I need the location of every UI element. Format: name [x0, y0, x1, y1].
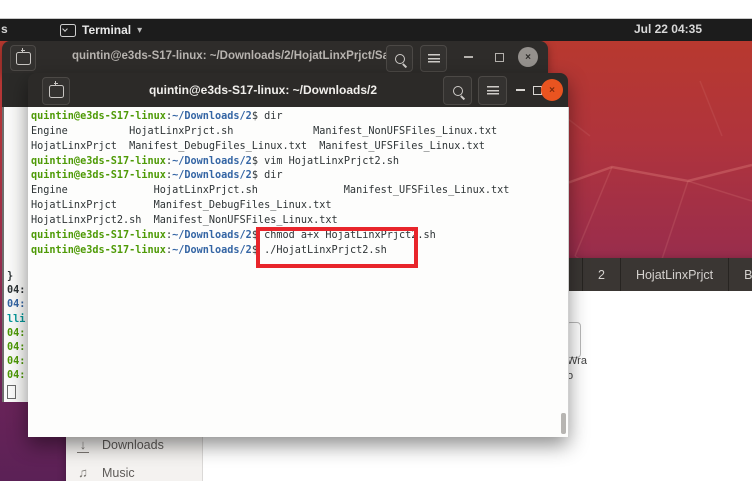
terminal-scrollbar[interactable] — [561, 413, 566, 434]
front-new-tab-button[interactable] — [42, 77, 70, 105]
sidebar-item-label: Music — [102, 466, 135, 480]
terminal-text-segment: ~/Downloads/2 — [172, 245, 252, 256]
close-icon: × — [525, 52, 531, 63]
sidebar-item-downloads[interactable]: ↓ Downloads — [76, 437, 164, 452]
terminal-line: lli — [7, 313, 25, 327]
back-close-button[interactable]: × — [518, 47, 538, 67]
minimize-icon — [464, 56, 473, 58]
terminal-line: quintin@e3ds-S17-linux:~/Downloads/2$ vi… — [31, 155, 509, 170]
new-tab-icon — [16, 52, 31, 65]
terminal-text-segment: ~/Downloads/2 — [172, 230, 252, 241]
search-icon — [395, 54, 405, 64]
download-icon: ↓ — [76, 437, 90, 452]
terminal-text-segment: quintin@e3ds-S17-linux — [31, 111, 166, 122]
terminal-text-segment: $ dir — [252, 170, 283, 181]
terminal-text-segment: $ dir — [252, 111, 283, 122]
terminal-line: } — [7, 270, 25, 284]
gnome-top-bar: s Terminal ▾ Jul 22 04:35 — [0, 19, 752, 41]
terminal-text-segment: HojatLinxPrjct Manifest_DebugFiles_Linux… — [31, 141, 485, 152]
minimize-icon — [516, 89, 525, 91]
pathbar-segment-2[interactable]: 2 — [582, 258, 620, 291]
front-close-button[interactable]: × — [541, 79, 563, 101]
terminal-text-segment: quintin@e3ds-S17-linux — [31, 170, 166, 181]
activities-fragment[interactable]: s — [1, 22, 8, 36]
chevron-down-icon: ▾ — [137, 25, 142, 36]
back-maximize-button[interactable] — [491, 49, 507, 65]
terminal-line: quintin@e3ds-S17-linux:~/Downloads/2$ di… — [31, 169, 509, 184]
terminal-line: HojatLinxPrjct Manifest_DebugFiles_Linux… — [31, 199, 509, 214]
terminal-line: 04: — [7, 355, 25, 369]
new-tab-icon — [49, 85, 64, 98]
back-new-tab-button[interactable] — [10, 45, 36, 71]
files-pathbar: 2HojatLinxPrjctBinarie — [582, 258, 752, 291]
sidebar-item-label: Downloads — [102, 438, 164, 452]
terminal-text-segment: Engine HojatLinxPrjct.sh Manifest_NonUFS… — [31, 126, 497, 137]
front-terminal-title: quintin@e3ds-S17-linux: ~/Downloads/2 — [128, 83, 398, 97]
terminal-text-segment: ~/Downloads/2 — [172, 156, 252, 167]
close-icon: × — [549, 85, 555, 96]
terminal-text-segment: Engine HojatLinxPrjct.sh Manifest_UFSFil… — [31, 185, 509, 196]
back-minimize-button[interactable] — [460, 49, 476, 65]
front-minimize-button[interactable] — [512, 82, 528, 98]
clock[interactable]: Jul 22 04:35 — [634, 22, 702, 36]
terminal-app-icon — [60, 24, 76, 37]
terminal-line: 04: — [7, 298, 25, 312]
annotation-red-box — [256, 227, 418, 268]
back-terminal-titlebar[interactable]: quintin@e3ds-S17-linux: ~/Downloads/2/Ho… — [2, 41, 548, 73]
terminal-text-segment: quintin@e3ds-S17-linux — [31, 230, 166, 241]
terminal-line: 04: — [7, 327, 25, 341]
front-menu-button[interactable] — [478, 76, 507, 105]
file-label-fragment: Wra — [567, 355, 587, 367]
back-terminal-output: }04:04:lli04:04:04:04: — [7, 270, 25, 384]
desktop-screen: quintin@e3ds-S17-linux: ~/Downloads/2/Ho… — [0, 0, 752, 481]
terminal-text-segment: quintin@e3ds-S17-linux — [31, 245, 166, 256]
terminal-text-segment: HojatLinxPrjct2.sh Manifest_NonUFSFiles_… — [31, 215, 338, 226]
terminal-line: Engine HojatLinxPrjct.sh Manifest_UFSFil… — [31, 184, 509, 199]
terminal-line: 04: — [7, 341, 25, 355]
sidebar-item-music[interactable]: ♫ Music — [76, 465, 135, 480]
app-menu-terminal[interactable]: Terminal ▾ — [60, 19, 142, 41]
terminal-text-segment: ~/Downloads/2 — [172, 111, 252, 122]
front-terminal-body[interactable]: quintin@e3ds-S17-linux:~/Downloads/2$ di… — [28, 107, 569, 437]
hamburger-menu-icon — [487, 86, 499, 95]
terminal-text-segment: $ vim HojatLinxPrjct2.sh — [252, 156, 399, 167]
terminal-text-segment: quintin@e3ds-S17-linux — [31, 156, 166, 167]
terminal-line: 04: — [7, 284, 25, 298]
music-note-icon: ♫ — [76, 465, 90, 480]
search-icon — [453, 86, 463, 96]
maximize-icon — [495, 53, 504, 62]
pathbar-segment-hojatlinxprjct[interactable]: HojatLinxPrjct — [620, 258, 728, 291]
app-menu-label: Terminal — [82, 23, 131, 37]
back-menu-button[interactable] — [420, 45, 447, 72]
pathbar-segment-binarie[interactable]: Binarie — [728, 258, 752, 291]
terminal-cursor — [7, 385, 16, 399]
front-terminal-titlebar[interactable]: quintin@e3ds-S17-linux: ~/Downloads/2 × — [28, 73, 568, 107]
front-search-button[interactable] — [443, 76, 472, 105]
terminal-line: 04: — [7, 369, 25, 383]
terminal-line: Engine HojatLinxPrjct.sh Manifest_NonUFS… — [31, 125, 509, 140]
top-white-band — [0, 0, 752, 19]
back-terminal-title: quintin@e3ds-S17-linux: ~/Downloads/2/Ho… — [72, 50, 398, 62]
terminal-text-segment: ~/Downloads/2 — [172, 170, 252, 181]
back-search-button[interactable] — [386, 45, 413, 72]
terminal-line: quintin@e3ds-S17-linux:~/Downloads/2$ di… — [31, 110, 509, 125]
terminal-text-segment: HojatLinxPrjct Manifest_DebugFiles_Linux… — [31, 200, 332, 211]
terminal-line: HojatLinxPrjct Manifest_DebugFiles_Linux… — [31, 140, 509, 155]
hamburger-menu-icon — [428, 54, 440, 63]
